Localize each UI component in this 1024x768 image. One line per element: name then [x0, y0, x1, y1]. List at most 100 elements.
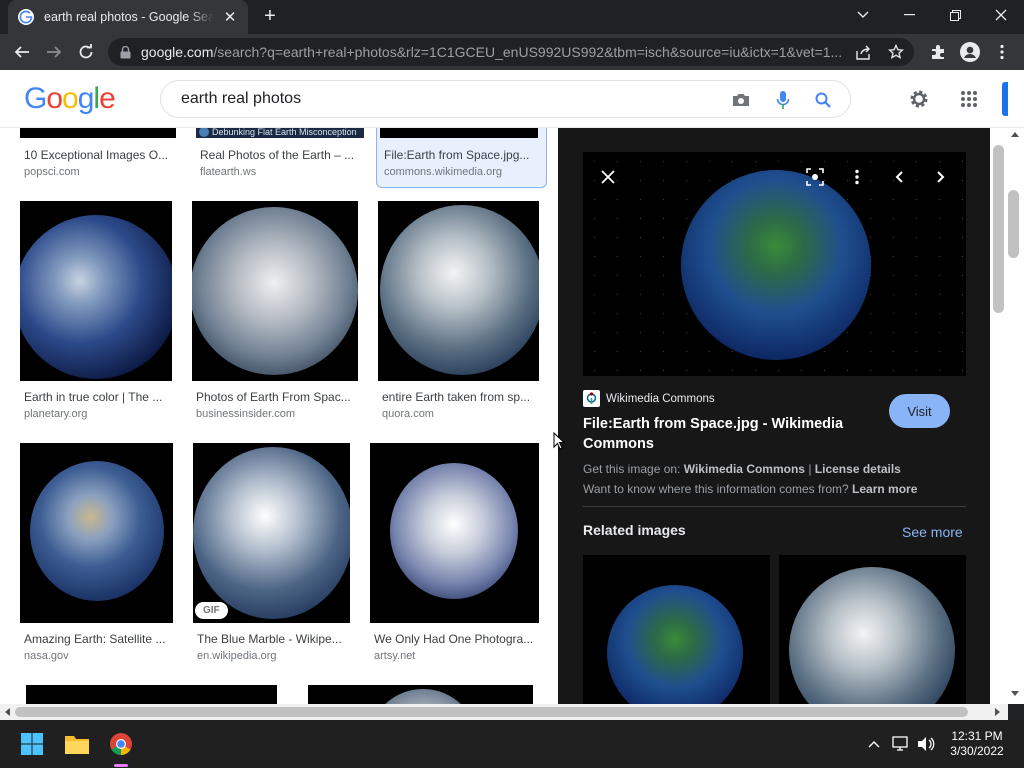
- chrome-menu-icon[interactable]: [990, 40, 1014, 64]
- lens-search-icon[interactable]: [802, 164, 828, 190]
- logo-letter: e: [99, 82, 116, 115]
- reload-icon[interactable]: [74, 40, 98, 64]
- windows-taskbar: 12:31 PM 3/30/2022: [0, 720, 1024, 768]
- camera-icon[interactable]: [731, 90, 751, 110]
- earth-image: [20, 215, 172, 379]
- extensions-puzzle-icon[interactable]: [926, 40, 950, 64]
- see-more-link[interactable]: See more: [902, 524, 963, 540]
- result-thumbnail[interactable]: [20, 201, 172, 381]
- scroll-up-arrow-icon[interactable]: [1011, 131, 1019, 137]
- tab-close-icon[interactable]: ✕: [222, 8, 238, 26]
- result-caption[interactable]: Real Photos of the Earth – ...: [200, 148, 358, 162]
- logo-letter: g: [77, 82, 95, 115]
- more-options-icon[interactable]: [844, 164, 870, 190]
- earth-image: [390, 463, 518, 599]
- result-caption[interactable]: entire Earth taken from sp...: [382, 390, 537, 404]
- scroll-down-arrow-icon[interactable]: [1011, 691, 1019, 697]
- result-thumbnail[interactable]: [26, 685, 277, 704]
- clock-time: 12:31 PM: [951, 729, 1003, 743]
- google-header: Google earth real photos: [0, 70, 1024, 128]
- google-logo[interactable]: Google: [24, 82, 116, 116]
- lock-icon[interactable]: [120, 45, 131, 59]
- microphone-icon[interactable]: [773, 90, 793, 110]
- scroll-left-arrow-icon[interactable]: [4, 708, 10, 716]
- result-caption[interactable]: 10 Exceptional Images O...: [24, 148, 174, 162]
- license-details-link[interactable]: License details: [815, 462, 901, 476]
- source-site-row[interactable]: Wikimedia Commons: [583, 390, 715, 407]
- source-site-name[interactable]: Wikimedia Commons: [606, 393, 715, 405]
- share-icon[interactable]: [853, 42, 873, 62]
- mouse-cursor-icon: [553, 432, 565, 450]
- related-images-heading: Related images: [583, 522, 686, 538]
- gif-badge: GIF: [195, 602, 228, 619]
- flat-earth-logo-icon: [199, 128, 209, 137]
- earth-image: [193, 447, 350, 619]
- preview-title[interactable]: File:Earth from Space.jpg - Wikimedia Co…: [583, 414, 873, 454]
- result-caption[interactable]: Amazing Earth: Satellite ...: [24, 632, 172, 646]
- minimize-icon[interactable]: [886, 0, 932, 30]
- result-source: commons.wikimedia.org: [384, 166, 502, 178]
- info-source-text: Want to know where this information come…: [583, 482, 849, 496]
- address-bar[interactable]: google.com/search?q=earth+real+photos&rl…: [108, 38, 914, 66]
- volume-icon[interactable]: [916, 734, 936, 754]
- result-thumbnail[interactable]: [192, 201, 358, 381]
- result-thumbnail[interactable]: [378, 201, 539, 381]
- result-thumbnail[interactable]: GIF: [193, 443, 350, 623]
- previous-image-icon[interactable]: [886, 164, 912, 190]
- get-image-source-link[interactable]: Wikimedia Commons: [684, 462, 805, 476]
- bookmark-star-icon[interactable]: [886, 42, 906, 62]
- browser-tab[interactable]: earth real photos - Google Search ✕: [8, 0, 248, 34]
- new-tab-button[interactable]: +: [258, 4, 282, 28]
- vertical-scrollbar[interactable]: [990, 128, 1024, 704]
- earth-image: [789, 567, 955, 704]
- divider: [583, 506, 966, 507]
- result-caption[interactable]: File:Earth from Space.jpg...: [384, 148, 540, 162]
- result-thumbnail[interactable]: [20, 128, 176, 138]
- tray-overflow-chevron-icon[interactable]: [864, 734, 884, 754]
- horizontal-scrollbar[interactable]: [0, 704, 1008, 720]
- result-source: quora.com: [382, 408, 434, 420]
- file-explorer-icon[interactable]: [61, 728, 93, 760]
- result-caption[interactable]: We Only Had One Photogra...: [374, 632, 538, 646]
- close-icon[interactable]: [595, 164, 621, 190]
- close-window-icon[interactable]: [978, 0, 1024, 30]
- result-thumbnail[interactable]: [370, 443, 539, 623]
- result-caption[interactable]: Photos of Earth From Spac...: [196, 390, 356, 404]
- url-text[interactable]: google.com/search?q=earth+real+photos&rl…: [141, 44, 841, 60]
- result-source: en.wikipedia.org: [197, 650, 277, 662]
- info-source-line: Want to know where this information come…: [583, 482, 917, 496]
- related-image[interactable]: [583, 555, 770, 704]
- back-arrow-icon[interactable]: [10, 40, 34, 64]
- result-thumbnail[interactable]: [380, 128, 538, 138]
- restore-icon[interactable]: [932, 0, 978, 30]
- network-icon[interactable]: [891, 734, 911, 754]
- tab-search-chevron-icon[interactable]: [840, 0, 886, 30]
- search-box[interactable]: earth real photos: [160, 80, 851, 118]
- sign-in-button[interactable]: [1002, 82, 1008, 116]
- system-clock[interactable]: 12:31 PM 3/30/2022: [942, 729, 1012, 759]
- result-thumbnail[interactable]: [20, 443, 173, 623]
- search-icon[interactable]: [813, 90, 833, 110]
- google-apps-grid-icon[interactable]: [958, 88, 980, 110]
- chrome-taskbar-icon[interactable]: [105, 728, 137, 760]
- forward-arrow-icon[interactable]: [42, 40, 66, 64]
- preview-image[interactable]: [583, 152, 966, 376]
- visit-button[interactable]: Visit: [889, 394, 950, 428]
- related-image[interactable]: [779, 555, 966, 704]
- scroll-right-arrow-icon[interactable]: [995, 708, 1001, 716]
- settings-gear-icon[interactable]: [908, 88, 930, 110]
- learn-more-link[interactable]: Learn more: [852, 482, 917, 496]
- result-thumbnail[interactable]: [308, 685, 533, 704]
- profile-avatar-icon[interactable]: [958, 40, 982, 64]
- get-image-line: Get this image on: Wikimedia Commons | L…: [583, 462, 901, 476]
- horizontal-scroll-thumb[interactable]: [15, 707, 968, 717]
- result-thumbnail[interactable]: Debunking Flat Earth Misconception: [196, 128, 364, 138]
- earth-image: [30, 461, 164, 601]
- earth-image: [681, 170, 871, 360]
- panel-scroll-thumb[interactable]: [993, 145, 1004, 313]
- result-caption[interactable]: Earth in true color | The ...: [24, 390, 170, 404]
- windows-start-icon[interactable]: [16, 728, 48, 760]
- result-caption[interactable]: The Blue Marble - Wikipe...: [197, 632, 349, 646]
- next-image-icon[interactable]: [928, 164, 954, 190]
- page-scroll-thumb[interactable]: [1008, 190, 1019, 258]
